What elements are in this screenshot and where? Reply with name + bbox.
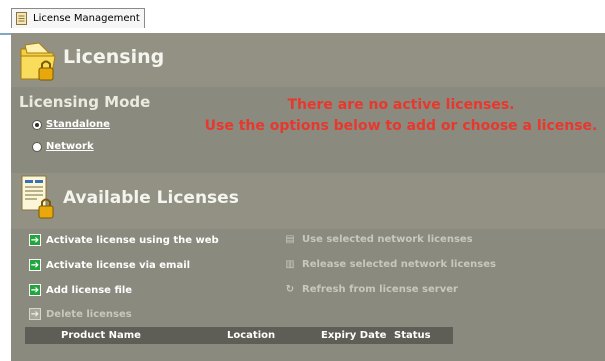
network-license-icon: ▤ xyxy=(285,234,295,245)
no-license-message: There are no active licenses. Use the op… xyxy=(201,95,601,137)
green-arrow-icon: ➔ xyxy=(29,259,41,271)
column-status[interactable]: Status xyxy=(394,327,431,344)
refresh-license-server-button[interactable]: ↻ Refresh from license server xyxy=(284,284,458,295)
activate-web-button[interactable]: ➔ Activate license using the web xyxy=(29,234,219,246)
folder-lock-icon xyxy=(20,42,56,81)
license-panel: Licensing Licensing Mode Standalone Netw… xyxy=(11,33,605,361)
column-expiry-date[interactable]: Expiry Date xyxy=(321,327,386,344)
green-arrow-icon: ➔ xyxy=(29,234,41,246)
radio-label-network: Network xyxy=(46,141,94,152)
refresh-license-server-label: Refresh from license server xyxy=(302,284,458,295)
green-arrow-icon: ➔ xyxy=(29,284,41,296)
radio-network[interactable]: Network xyxy=(32,141,94,152)
tab-label: License Management xyxy=(33,13,140,24)
activate-web-label: Activate license using the web xyxy=(46,234,219,246)
radio-dot-network xyxy=(32,141,42,152)
release-network-licenses-button[interactable]: ▥ Release selected network licenses xyxy=(284,259,496,270)
release-network-licenses-label: Release selected network licenses xyxy=(302,259,496,270)
tab-underline xyxy=(0,33,11,35)
licenses-table-header: Product Name Location Expiry Date Status xyxy=(25,327,453,344)
message-line-1: There are no active licenses. xyxy=(287,97,515,113)
gray-arrow-icon: ➔ xyxy=(29,308,41,320)
tab-license-management[interactable]: License Management xyxy=(11,8,145,28)
radio-standalone[interactable]: Standalone xyxy=(32,119,110,130)
radio-label-standalone: Standalone xyxy=(46,119,110,130)
message-line-2: Use the options below to add or choose a… xyxy=(204,118,598,134)
licensing-mode-title: Licensing Mode xyxy=(19,93,151,111)
activate-email-button[interactable]: ➔ Activate license via email xyxy=(29,259,190,271)
tab-strip: License Management xyxy=(0,0,605,33)
release-license-icon: ▥ xyxy=(285,259,295,270)
activate-email-label: Activate license via email xyxy=(46,259,191,271)
licensing-title: Licensing xyxy=(63,46,165,68)
refresh-icon: ↻ xyxy=(285,284,295,295)
delete-licenses-label: Delete licenses xyxy=(46,308,132,320)
use-network-licenses-button[interactable]: ▤ Use selected network licenses xyxy=(284,234,473,245)
available-licenses-title: Available Licenses xyxy=(63,188,239,208)
radio-dot-standalone xyxy=(32,119,42,130)
add-license-file-button[interactable]: ➔ Add license file xyxy=(29,284,132,296)
column-location[interactable]: Location xyxy=(227,327,275,344)
delete-licenses-button[interactable]: ➔ Delete licenses xyxy=(29,308,132,320)
document-icon xyxy=(16,12,27,25)
add-license-file-label: Add license file xyxy=(46,284,133,296)
column-product-name[interactable]: Product Name xyxy=(61,327,141,344)
license-document-icon xyxy=(21,175,54,219)
use-network-licenses-label: Use selected network licenses xyxy=(302,234,473,245)
